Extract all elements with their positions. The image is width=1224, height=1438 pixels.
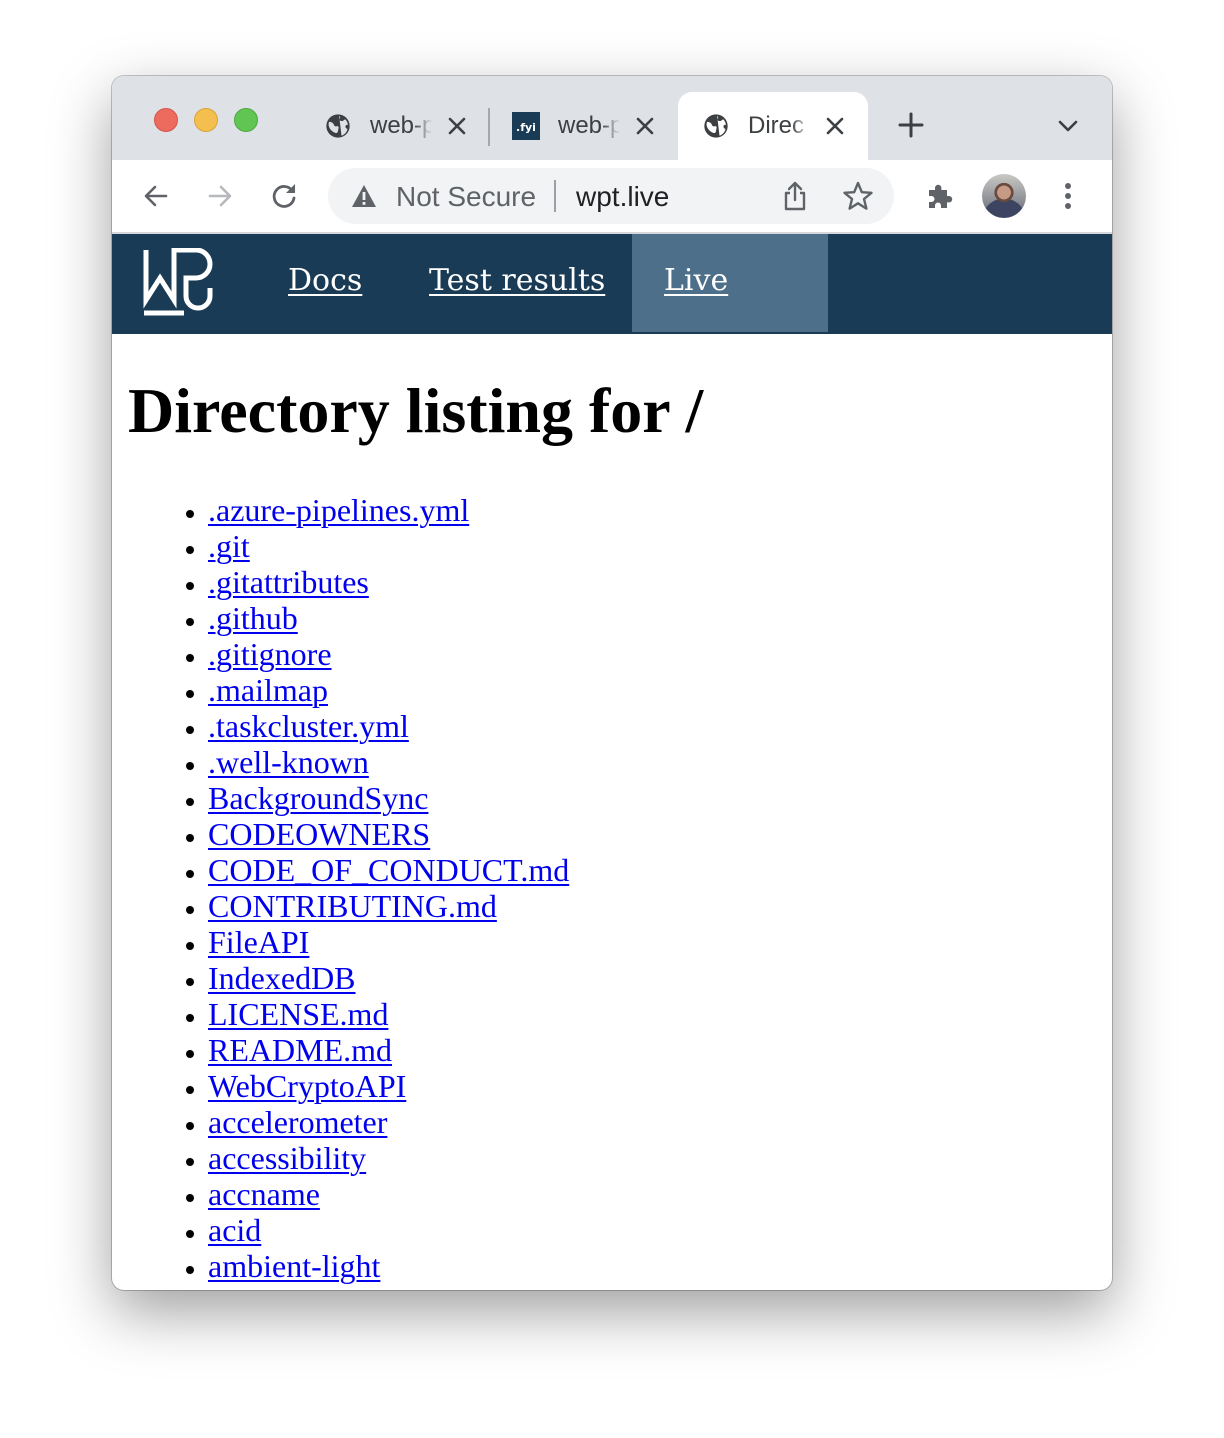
url-text[interactable]: wpt.live (576, 181, 669, 213)
directory-entry-link[interactable]: accessibility (208, 1140, 366, 1176)
list-item: CODE_OF_CONDUCT.md (208, 852, 569, 888)
list-item: .github (208, 600, 569, 636)
tab-directory-listing-active[interactable]: Direc (678, 92, 868, 160)
list-item: README.md (208, 1032, 569, 1068)
directory-entry-link[interactable]: README.md (208, 1032, 392, 1068)
directory-entry-link[interactable]: .mailmap (208, 672, 328, 708)
list-item: .taskcluster.yml (208, 708, 569, 744)
reload-icon[interactable] (268, 180, 300, 212)
page-title: Directory listing for / (128, 375, 704, 446)
close-tab-icon[interactable] (446, 115, 468, 137)
star-outline-icon[interactable] (842, 180, 874, 212)
tab-strip: web-p .fyi web-p Direc (112, 76, 1112, 160)
directory-entry-link[interactable]: CODEOWNERS (208, 816, 430, 852)
fyi-favicon-icon: .fyi (512, 112, 540, 140)
list-item: accelerometer (208, 1104, 569, 1140)
directory-entry-link[interactable]: WebCryptoAPI (208, 1068, 406, 1104)
directory-entry-link[interactable]: ambient-light (208, 1248, 380, 1284)
chevron-down-icon[interactable] (1056, 116, 1080, 136)
directory-entry-link[interactable]: .taskcluster.yml (208, 708, 409, 744)
browser-window: web-p .fyi web-p Direc Not Secure wpt.li… (112, 76, 1112, 1290)
list-item: .git (208, 528, 569, 564)
omnibox-divider (554, 180, 556, 212)
list-item: .well-known (208, 744, 569, 780)
directory-entry-link[interactable]: accname (208, 1176, 320, 1212)
site-header: Docs Test results Live tests (112, 234, 1112, 392)
tab-web-platform-tests-1[interactable]: web-p (324, 92, 468, 160)
list-item: CODEOWNERS (208, 816, 569, 852)
directory-entry-link[interactable]: .gitignore (208, 636, 332, 672)
list-item: LICENSE.md (208, 996, 569, 1032)
directory-entry-link[interactable]: .azure-pipelines.yml (208, 492, 469, 528)
directory-entry-link[interactable]: FileAPI (208, 924, 309, 960)
list-item: .mailmap (208, 672, 569, 708)
list-item: accname (208, 1176, 569, 1212)
nav-docs[interactable]: Docs (256, 234, 394, 332)
arrow-left-icon[interactable] (140, 180, 172, 212)
svg-text:.fyi: .fyi (516, 121, 536, 134)
minimize-window-button[interactable] (194, 108, 218, 132)
warning-triangle-icon[interactable] (350, 183, 378, 209)
tab-web-platform-tests-2[interactable]: .fyi web-p (512, 92, 656, 160)
globe-icon (704, 114, 728, 138)
zoom-window-button[interactable] (234, 108, 258, 132)
puzzle-icon[interactable] (924, 180, 956, 212)
directory-listing: .azure-pipelines.yml.git.gitattributes.g… (112, 492, 569, 1284)
directory-entry-link[interactable]: .github (208, 600, 298, 636)
close-window-button[interactable] (154, 108, 178, 132)
wpt-logo[interactable] (142, 248, 224, 318)
list-item: FileAPI (208, 924, 569, 960)
directory-entry-link[interactable]: CONTRIBUTING.md (208, 888, 497, 924)
kebab-menu-icon[interactable] (1052, 180, 1084, 212)
directory-entry-link[interactable]: .well-known (208, 744, 369, 780)
page-content: Directory listing for / .azure-pipelines… (112, 334, 1112, 1290)
nav-live-tests[interactable]: Live tests (632, 234, 828, 392)
list-item: BackgroundSync (208, 780, 569, 816)
list-item: acid (208, 1212, 569, 1248)
share-icon[interactable] (780, 180, 810, 212)
list-item: .gitignore (208, 636, 569, 672)
list-item: ambient-light (208, 1248, 569, 1284)
close-tab-icon[interactable] (634, 115, 656, 137)
tab-separator (488, 108, 490, 146)
directory-entry-link[interactable]: CODE_OF_CONDUCT.md (208, 852, 569, 888)
list-item: WebCryptoAPI (208, 1068, 569, 1104)
list-item: .gitattributes (208, 564, 569, 600)
list-item: IndexedDB (208, 960, 569, 996)
avatar[interactable] (982, 174, 1026, 218)
directory-entry-link[interactable]: .gitattributes (208, 564, 369, 600)
security-status-label[interactable]: Not Secure (396, 181, 536, 213)
arrow-right-icon[interactable] (204, 180, 236, 212)
directory-entry-link[interactable]: acid (208, 1212, 261, 1248)
tab-title: web-p (558, 112, 620, 139)
directory-entry-link[interactable]: IndexedDB (208, 960, 356, 996)
list-item: CONTRIBUTING.md (208, 888, 569, 924)
tab-title: web-p (370, 112, 432, 139)
browser-toolbar: Not Secure wpt.live (112, 160, 1112, 234)
directory-entry-link[interactable]: .git (208, 528, 250, 564)
close-tab-icon[interactable] (824, 115, 846, 137)
tab-title: Direc (748, 112, 805, 139)
list-item: accessibility (208, 1140, 569, 1176)
list-item: .azure-pipelines.yml (208, 492, 569, 528)
address-bar[interactable]: Not Secure wpt.live (328, 168, 894, 224)
plus-icon[interactable] (898, 112, 924, 138)
directory-entry-link[interactable]: BackgroundSync (208, 780, 428, 816)
globe-icon (326, 114, 350, 138)
directory-entry-link[interactable]: LICENSE.md (208, 996, 388, 1032)
nav-test-results[interactable]: Test results (397, 234, 637, 332)
directory-entry-link[interactable]: accelerometer (208, 1104, 387, 1140)
